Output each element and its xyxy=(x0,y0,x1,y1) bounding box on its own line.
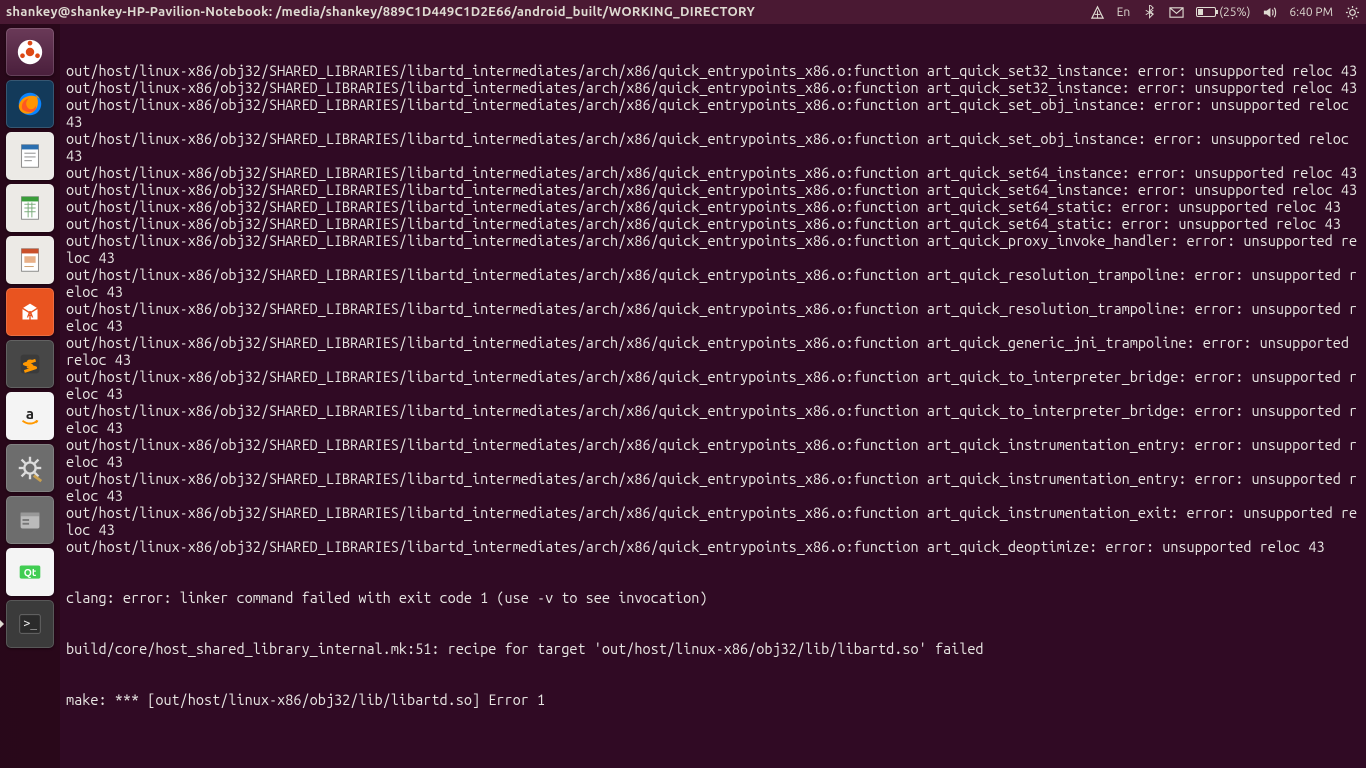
gear-icon[interactable] xyxy=(1345,5,1360,20)
compile-error-line: out/host/linux-x86/obj32/SHARED_LIBRARIE… xyxy=(66,368,1360,402)
launcher-dash[interactable] xyxy=(6,28,54,76)
compile-error-line: out/host/linux-x86/obj32/SHARED_LIBRARIE… xyxy=(66,198,1360,215)
svg-text:S: S xyxy=(26,358,33,372)
launcher-settings[interactable] xyxy=(6,444,54,492)
bluetooth-icon[interactable] xyxy=(1142,5,1157,20)
svg-text:a: a xyxy=(26,405,34,422)
svg-text:A: A xyxy=(27,309,34,320)
clock[interactable]: 6:40 PM xyxy=(1289,6,1333,19)
compile-error-line: out/host/linux-x86/obj32/SHARED_LIBRARIE… xyxy=(66,164,1360,181)
launcher-files[interactable] xyxy=(6,496,54,544)
svg-text:Qt: Qt xyxy=(24,566,37,578)
top-menubar: shankey@shankey-HP-Pavilion-Notebook: /m… xyxy=(0,0,1366,24)
compile-error-line: out/host/linux-x86/obj32/SHARED_LIBRARIE… xyxy=(66,436,1360,470)
compile-error-line: out/host/linux-x86/obj32/SHARED_LIBRARIE… xyxy=(66,300,1360,334)
launcher-amazon[interactable]: a xyxy=(6,392,54,440)
battery-percent: (25%) xyxy=(1219,6,1250,19)
launcher-firefox[interactable] xyxy=(6,80,54,128)
compile-error-line: out/host/linux-x86/obj32/SHARED_LIBRARIE… xyxy=(66,96,1360,130)
launcher-software[interactable]: A xyxy=(6,288,54,336)
window-title: shankey@shankey-HP-Pavilion-Notebook: /m… xyxy=(6,5,755,19)
indicator-area: En (25%) 6:40 PM xyxy=(1090,5,1360,20)
make-error-line: make: *** [out/host/linux-x86/obj32/lib/… xyxy=(66,691,1360,708)
mail-icon[interactable] xyxy=(1169,5,1184,20)
launcher-calc[interactable] xyxy=(6,184,54,232)
terminal-output: out/host/linux-x86/obj32/SHARED_LIBRARIE… xyxy=(66,62,1360,555)
compile-error-line: out/host/linux-x86/obj32/SHARED_LIBRARIE… xyxy=(66,215,1360,232)
launcher-qt[interactable]: Qt xyxy=(6,548,54,596)
compile-error-line: out/host/linux-x86/obj32/SHARED_LIBRARIE… xyxy=(66,181,1360,198)
compile-error-line: out/host/linux-x86/obj32/SHARED_LIBRARIE… xyxy=(66,504,1360,538)
svg-text:>_: >_ xyxy=(23,617,37,630)
volume-icon[interactable] xyxy=(1262,5,1277,20)
battery-icon xyxy=(1196,7,1216,17)
launcher: A S a Qt >_ xyxy=(0,24,60,768)
language-indicator[interactable]: En xyxy=(1117,6,1131,19)
network-icon[interactable] xyxy=(1090,5,1105,20)
compile-error-line: out/host/linux-x86/obj32/SHARED_LIBRARIE… xyxy=(66,334,1360,368)
launcher-terminal[interactable]: >_ xyxy=(6,600,54,648)
terminal-viewport[interactable]: out/host/linux-x86/obj32/SHARED_LIBRARIE… xyxy=(60,24,1366,768)
compile-error-line: out/host/linux-x86/obj32/SHARED_LIBRARIE… xyxy=(66,79,1360,96)
launcher-writer[interactable] xyxy=(6,132,54,180)
compile-error-line: out/host/linux-x86/obj32/SHARED_LIBRARIE… xyxy=(66,130,1360,164)
compile-error-line: out/host/linux-x86/obj32/SHARED_LIBRARIE… xyxy=(66,62,1360,79)
launcher-sublime[interactable]: S xyxy=(6,340,54,388)
battery-indicator[interactable]: (25%) xyxy=(1196,6,1250,19)
compile-error-line: out/host/linux-x86/obj32/SHARED_LIBRARIE… xyxy=(66,266,1360,300)
compile-error-line: out/host/linux-x86/obj32/SHARED_LIBRARIE… xyxy=(66,470,1360,504)
compile-error-line: out/host/linux-x86/obj32/SHARED_LIBRARIE… xyxy=(66,232,1360,266)
compile-error-line: out/host/linux-x86/obj32/SHARED_LIBRARIE… xyxy=(66,402,1360,436)
compile-error-line: out/host/linux-x86/obj32/SHARED_LIBRARIE… xyxy=(66,538,1360,555)
launcher-impress[interactable] xyxy=(6,236,54,284)
build-recipe-line: build/core/host_shared_library_internal.… xyxy=(66,640,1360,657)
blank-line xyxy=(66,742,1360,759)
clang-error-line: clang: error: linker command failed with… xyxy=(66,589,1360,606)
